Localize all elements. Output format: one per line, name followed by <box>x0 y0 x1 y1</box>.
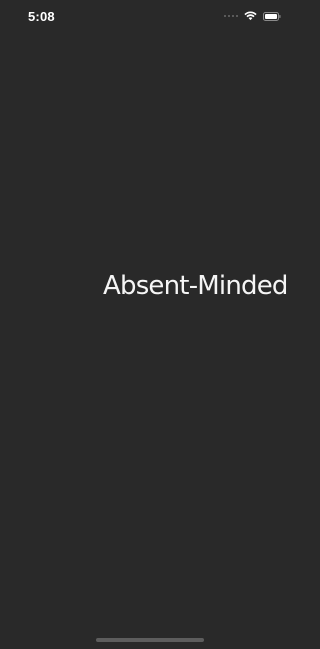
status-icons <box>224 11 281 21</box>
status-time: 5:08 <box>28 9 55 24</box>
app-screen: 5:08 Absent-Minded <box>0 0 300 649</box>
battery-icon <box>263 11 281 21</box>
wifi-icon <box>244 11 257 21</box>
signal-dots-icon <box>224 15 238 17</box>
home-indicator[interactable] <box>96 638 204 642</box>
app-title: Absent-Minded <box>103 271 288 301</box>
status-bar: 5:08 <box>0 0 300 34</box>
